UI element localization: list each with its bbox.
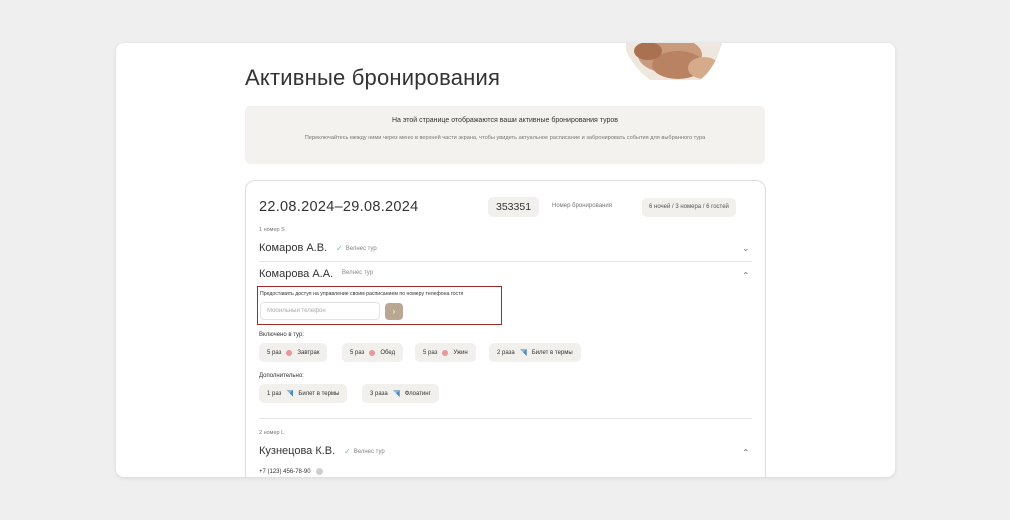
ticket-icon <box>286 390 294 397</box>
hero-image <box>626 43 728 80</box>
food-icon <box>442 349 449 356</box>
guest-name[interactable]: Комарова А.А. <box>259 268 333 280</box>
food-icon <box>286 349 293 356</box>
extra-chip-thermal: 1 раз Билет в термы <box>259 384 348 403</box>
guest-tour: ✓ Велнес тур <box>344 447 385 456</box>
phone-number: +7 (123) 456-78-90 <box>259 468 311 475</box>
ticket-icon <box>392 390 400 397</box>
divider <box>259 261 752 262</box>
phone-input[interactable] <box>260 302 380 320</box>
guest-tour: ✓ Велнес тур <box>336 244 377 253</box>
booking-number-label: Номер бронирования <box>552 203 612 209</box>
booking-number: 353351 <box>488 197 540 217</box>
service-chip-lunch: 5 раз Обед <box>342 343 404 362</box>
service-name: Билет в термы <box>298 390 340 397</box>
service-count: 5 раз <box>267 349 282 356</box>
guest-tour: Велнес тур <box>342 270 373 276</box>
service-chip-breakfast: 5 раз Завтрак <box>259 343 328 362</box>
service-count: 3 раза <box>370 390 388 397</box>
page-title: Активные бронирования <box>245 65 501 90</box>
extra-label: Дополнительно: <box>259 373 304 379</box>
access-description: Предоставить доступ на управление своим … <box>260 291 464 297</box>
guest-access-panel: Предоставить доступ на управление своим … <box>257 286 502 325</box>
info-headline: На этой странице отображаются ваши актив… <box>391 117 619 124</box>
chevron-up-icon[interactable]: ⌄ <box>742 269 750 280</box>
info-text: Переключайтесь между ними через меню в в… <box>304 135 706 141</box>
service-count: 2 раза <box>497 349 515 356</box>
room-label: 2 номер L <box>259 430 285 436</box>
main-card: Активные бронирования На этой странице о… <box>116 43 895 477</box>
tour-label: Велнес тур <box>353 448 385 455</box>
chevron-down-icon[interactable]: ⌄ <box>742 243 750 254</box>
service-chip-dinner: 5 раз Ужин <box>415 343 476 362</box>
service-name: Билет в термы <box>531 349 573 356</box>
check-icon: ✓ <box>336 244 343 253</box>
service-count: 5 раз <box>423 349 438 356</box>
service-name: Флоатинг <box>404 390 431 397</box>
room-label: 1 номер S <box>259 227 285 233</box>
service-count: 1 раз <box>267 390 282 397</box>
service-name: Обед <box>380 349 396 356</box>
info-icon[interactable] <box>315 468 323 475</box>
submit-phone-button[interactable]: › <box>385 303 403 320</box>
included-label: Включено в тур: <box>259 332 304 338</box>
info-banner: На этой странице отображаются ваши актив… <box>245 106 765 164</box>
service-name: Ужин <box>453 349 468 356</box>
check-icon: ✓ <box>344 447 351 456</box>
service-name: Завтрак <box>297 349 320 356</box>
divider <box>259 418 752 419</box>
tour-label: Велнес тур <box>342 270 374 276</box>
booking-card: 22.08.2024–29.08.2024 353351 Номер брони… <box>245 180 766 477</box>
ticket-icon <box>519 349 527 356</box>
service-chip-thermal: 2 раза Билет в термы <box>489 343 581 362</box>
service-count: 5 раз <box>350 349 365 356</box>
guest-name[interactable]: Кузнецова К.В. <box>259 445 335 457</box>
booking-dates: 22.08.2024–29.08.2024 <box>259 199 419 215</box>
extra-chip-floating: 3 раза Флоатинг <box>362 384 439 403</box>
guest-name[interactable]: Комаров А.В. <box>259 242 327 254</box>
guest-phone: +7 (123) 456-78-90 <box>259 468 323 475</box>
food-icon <box>369 349 376 356</box>
booking-summary-badge: 6 ночей / 3 номера / 6 гостей <box>642 198 736 217</box>
tour-label: Велнес тур <box>345 245 377 252</box>
chevron-up-icon[interactable]: ⌄ <box>742 446 750 457</box>
